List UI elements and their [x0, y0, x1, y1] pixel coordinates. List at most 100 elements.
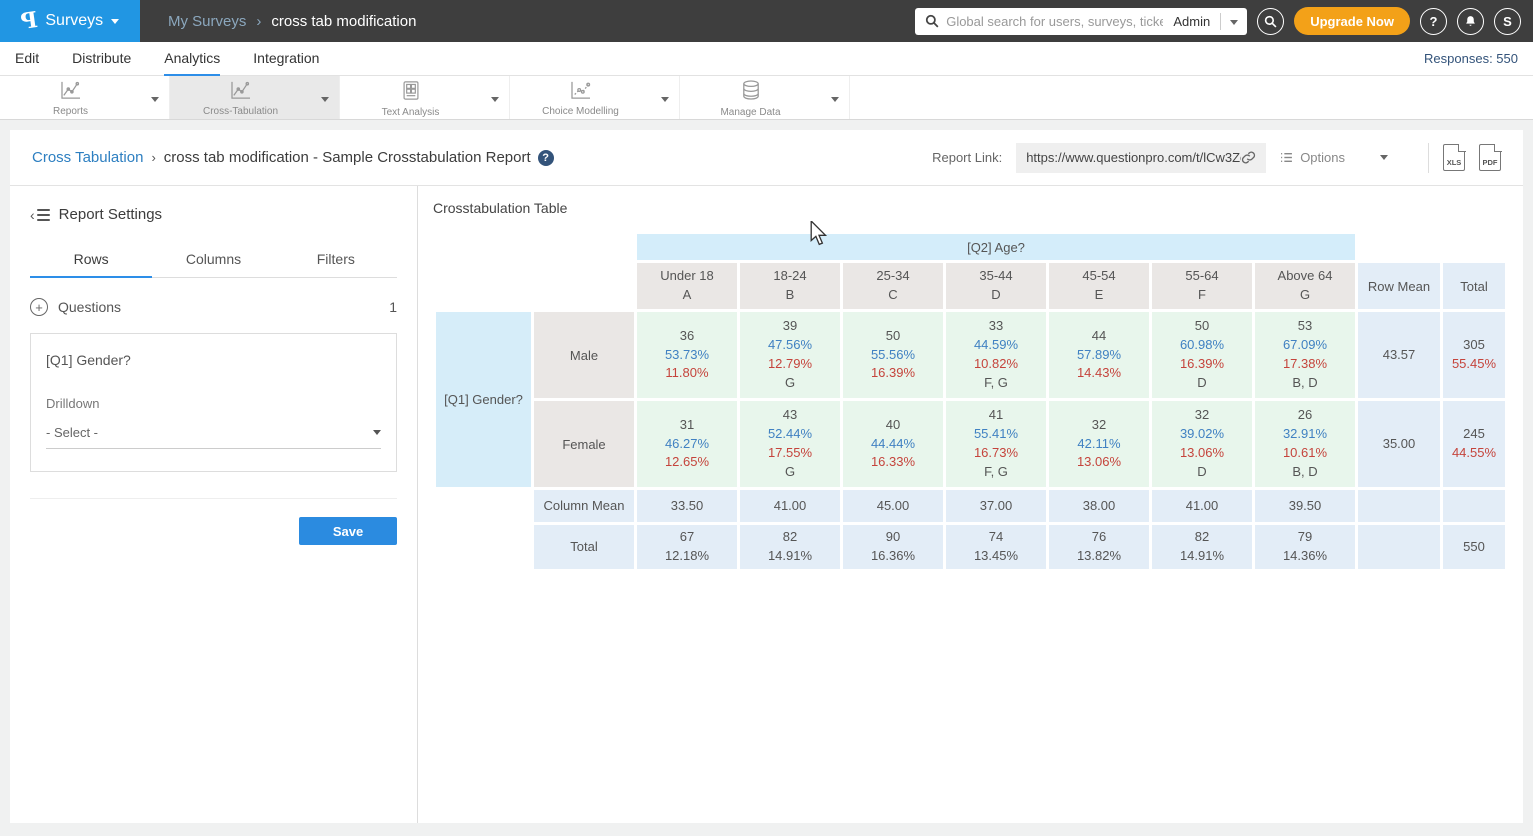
search-icon — [1264, 15, 1277, 28]
toolbar-tab-text-analysis[interactable]: Text Analysis — [340, 76, 510, 119]
column-total-cell: 7613.82% — [1049, 525, 1149, 569]
total-header: Total — [1443, 263, 1505, 309]
survey-nav: EditDistributeAnalyticsIntegration Respo… — [0, 42, 1533, 76]
top-navbar: P Surveys My Surveys › cross tab modific… — [0, 0, 1533, 42]
global-search-input[interactable] — [946, 14, 1163, 29]
cell-significance: F, G — [946, 463, 1046, 482]
cell-total-pct: 13.06% — [1049, 453, 1149, 472]
total-count: 245 — [1443, 425, 1505, 444]
export-pdf-button[interactable]: PDF — [1479, 144, 1501, 171]
breadcrumb-my-surveys[interactable]: My Surveys — [168, 13, 246, 30]
content-card: Cross Tabulation › cross tab modificatio… — [10, 130, 1523, 823]
toolbar-tab-cross-tabulation[interactable]: Cross-Tabulation — [170, 76, 340, 119]
breadcrumb-survey-name: cross tab modification — [271, 13, 416, 30]
toolbar-tab-choice-modelling[interactable]: Choice Modelling — [510, 76, 680, 119]
nav-item-integration[interactable]: Integration — [253, 42, 319, 76]
column-letter: G — [1255, 286, 1355, 305]
row-label-cell: Female — [534, 401, 634, 487]
avatar-initial: S — [1503, 14, 1512, 29]
column-letter: C — [843, 286, 943, 305]
toolbar-tab-reports[interactable]: Reports — [0, 76, 170, 119]
chevron-left-icon: ‹ — [30, 207, 35, 223]
search-scope-dropdown[interactable] — [1221, 12, 1247, 30]
upgrade-now-button[interactable]: Upgrade Now — [1294, 7, 1410, 35]
column-label: 45-54 — [1049, 267, 1149, 286]
add-question-button[interactable]: + — [30, 298, 48, 316]
toolbar-tab-dropdown[interactable] — [821, 89, 849, 107]
settings-tab-columns[interactable]: Columns — [152, 243, 274, 278]
row-mean-cell: 35.00 — [1358, 401, 1440, 487]
product-logo[interactable]: P Surveys — [0, 0, 140, 42]
report-title: cross tab modification - Sample Crosstab… — [164, 149, 531, 166]
analytics-toolbar: Reports Cross-Tabulation Text AnalysisChoi… — [0, 76, 1533, 120]
settings-tab-rows[interactable]: Rows — [30, 243, 152, 278]
help-button[interactable]: ? — [1420, 8, 1447, 35]
cell-count: 41 — [946, 406, 1046, 425]
total-pct: 55.45% — [1443, 355, 1505, 374]
database-icon — [742, 80, 760, 105]
divider — [30, 498, 397, 499]
cell-count: 53 — [1255, 317, 1355, 336]
column-letter: B — [740, 286, 840, 305]
data-cell: 3653.73%11.80% — [637, 312, 737, 398]
nav-item-distribute[interactable]: Distribute — [72, 42, 131, 76]
cell-total-pct: 14.43% — [1049, 364, 1149, 383]
cell-total-pct: 10.61% — [1255, 444, 1355, 463]
column-label: 35-44 — [946, 267, 1046, 286]
column-mean-cell: 38.00 — [1049, 490, 1149, 522]
search-submit-button[interactable] — [1257, 8, 1284, 35]
table-row: [Q1] Gender?Male3653.73%11.80%3947.56%12… — [436, 312, 1505, 398]
report-link-field[interactable]: https://www.questionpro.com/t/lCw3Zc — [1016, 143, 1266, 173]
breadcrumb-cross-tabulation[interactable]: Cross Tabulation — [32, 149, 143, 166]
document-grid-icon — [403, 81, 419, 105]
notifications-button[interactable] — [1457, 8, 1484, 35]
data-cell: 4352.44%17.55%G — [740, 401, 840, 487]
cell-column-pct: 55.41% — [946, 425, 1046, 444]
settings-tab-filters[interactable]: Filters — [275, 243, 397, 278]
cell-significance: G — [740, 463, 840, 482]
nav-item-analytics[interactable]: Analytics — [164, 42, 220, 76]
table-row: Female3146.27%12.65%4352.44%17.55%G4044.… — [436, 401, 1505, 487]
row-label-cell: Male — [534, 312, 634, 398]
drilldown-select[interactable]: - Select - — [46, 425, 381, 449]
link-icon[interactable] — [1241, 150, 1256, 165]
total-count: 305 — [1443, 336, 1505, 355]
nav-item-edit[interactable]: Edit — [15, 42, 39, 76]
total-pct: 14.36% — [1255, 547, 1355, 566]
export-xls-button[interactable]: XLS — [1443, 144, 1465, 171]
cell-significance: D — [1152, 374, 1252, 393]
column-letter: E — [1049, 286, 1149, 305]
cell-column-pct: 47.56% — [740, 336, 840, 355]
options-caret-icon — [1380, 155, 1388, 160]
cell-total-pct: 12.79% — [740, 355, 840, 374]
column-total-cell: 7413.45% — [946, 525, 1046, 569]
cell-count: 26 — [1255, 406, 1355, 425]
settings-panel-title: Report Settings — [59, 206, 162, 223]
report-help-icon[interactable]: ? — [538, 150, 554, 166]
toolbar-tab-manage-data[interactable]: Manage Data — [680, 76, 850, 119]
toolbar-tab-dropdown[interactable] — [311, 89, 339, 107]
column-label: Under 18 — [637, 267, 737, 286]
data-cell: 5367.09%17.38%B, D — [1255, 312, 1355, 398]
total-count: 79 — [1255, 528, 1355, 547]
toolbar-tab-dropdown[interactable] — [481, 89, 509, 107]
top-breadcrumb: My Surveys › cross tab modification — [168, 13, 416, 30]
cell-count: 44 — [1049, 327, 1149, 346]
collapse-panel-button[interactable]: ‹ — [30, 207, 50, 223]
toolbar-tab-dropdown[interactable] — [651, 89, 679, 107]
data-cell: 4155.41%16.73%F, G — [946, 401, 1046, 487]
column-label: Above 64 — [1255, 267, 1355, 286]
toolbar-tab-dropdown[interactable] — [141, 89, 169, 107]
user-avatar[interactable]: S — [1494, 8, 1521, 35]
cell-column-pct: 57.89% — [1049, 346, 1149, 365]
toolbar-tab-label: Reports — [53, 106, 88, 117]
cell-count: 50 — [843, 327, 943, 346]
crosstabulation-table: [Q2] Age?Under 18A18-24B25-34C35-44D45-5… — [433, 231, 1508, 572]
options-dropdown[interactable]: Options — [1280, 150, 1414, 165]
cell-total-pct: 16.33% — [843, 453, 943, 472]
toolbar-tab-label: Cross-Tabulation — [203, 106, 278, 117]
settings-tabs: RowsColumnsFilters — [30, 243, 397, 278]
save-button[interactable]: Save — [299, 517, 397, 545]
cell-total-pct: 16.39% — [843, 364, 943, 383]
cell-count: 32 — [1049, 416, 1149, 435]
